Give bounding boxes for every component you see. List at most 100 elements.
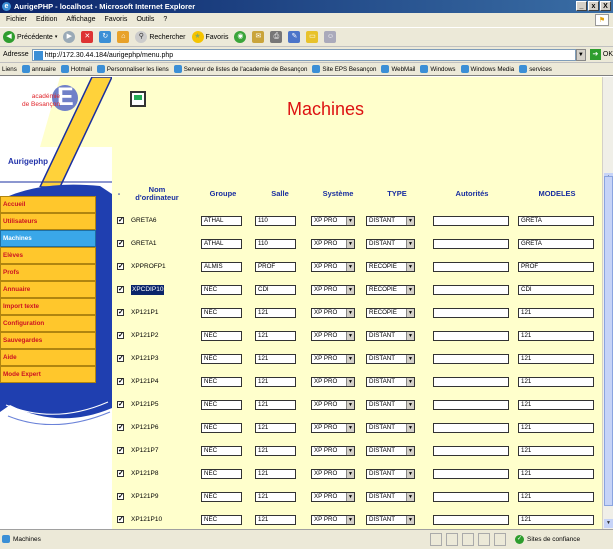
- back-button[interactable]: ◀ Précédente ▾: [3, 31, 57, 43]
- modele-input[interactable]: 121: [518, 400, 594, 410]
- type-select[interactable]: DISTANT ▼: [366, 331, 415, 341]
- link-serveur-listes[interactable]: Serveur de listes de l'academie de Besan…: [173, 65, 307, 73]
- edit-icon[interactable]: ✎: [288, 31, 301, 43]
- scroll-thumb[interactable]: [604, 176, 613, 506]
- search-button[interactable]: ⚲ Rechercher: [135, 31, 186, 43]
- groupe-input[interactable]: NEC: [201, 331, 242, 341]
- systeme-select[interactable]: XP PRO ▼: [311, 400, 355, 410]
- autorites-input[interactable]: [433, 446, 509, 456]
- home-button[interactable]: ⌂: [117, 31, 130, 43]
- menu-fichier[interactable]: Fichier: [6, 13, 27, 27]
- systeme-select[interactable]: XP PRO ▼: [311, 262, 355, 272]
- maximize-button[interactable]: х: [588, 1, 599, 11]
- autorites-input[interactable]: [433, 354, 509, 364]
- type-select[interactable]: RECOPIE ▼: [366, 285, 415, 295]
- salle-input[interactable]: 121: [255, 331, 296, 341]
- salle-input[interactable]: 121: [255, 354, 296, 364]
- row-checkbox[interactable]: ✓: [117, 493, 124, 500]
- groupe-input[interactable]: NEC: [201, 423, 242, 433]
- modele-input[interactable]: 121: [518, 423, 594, 433]
- type-select[interactable]: DISTANT ▼: [366, 446, 415, 456]
- modele-input[interactable]: GRETA: [518, 216, 594, 226]
- type-select[interactable]: DISTANT ▼: [366, 239, 415, 249]
- modele-input[interactable]: 121: [518, 308, 594, 318]
- row-checkbox[interactable]: ✓: [117, 401, 124, 408]
- autorites-input[interactable]: [433, 262, 509, 272]
- modele-input[interactable]: 121: [518, 331, 594, 341]
- row-checkbox[interactable]: ✓: [117, 240, 124, 247]
- sidebar-item-annuaire[interactable]: Annuaire: [0, 281, 96, 298]
- folder-icon[interactable]: ▭: [306, 31, 319, 43]
- type-select[interactable]: RECOPIE ▼: [366, 308, 415, 318]
- row-checkbox[interactable]: ✓: [117, 263, 124, 270]
- systeme-select[interactable]: XP PRO ▼: [311, 239, 355, 249]
- autorites-input[interactable]: [433, 423, 509, 433]
- groupe-input[interactable]: NEC: [201, 285, 242, 295]
- sidebar-item-utilisateurs[interactable]: Utilisateurs: [0, 213, 96, 230]
- row-checkbox[interactable]: ✓: [117, 447, 124, 454]
- favorites-button[interactable]: ★ Favoris: [191, 31, 228, 43]
- refresh-button[interactable]: ↻: [99, 31, 112, 43]
- link-windows[interactable]: Windows: [420, 65, 456, 73]
- menu-affichage[interactable]: Affichage: [66, 13, 95, 27]
- type-select[interactable]: DISTANT ▼: [366, 469, 415, 479]
- modele-input[interactable]: 121: [518, 469, 594, 479]
- print-icon[interactable]: ⎙: [270, 31, 283, 43]
- salle-input[interactable]: 121: [255, 423, 296, 433]
- groupe-input[interactable]: NEC: [201, 469, 242, 479]
- groupe-input[interactable]: NEC: [201, 492, 242, 502]
- row-checkbox[interactable]: ✓: [117, 516, 124, 523]
- type-select[interactable]: DISTANT ▼: [366, 354, 415, 364]
- salle-input[interactable]: 121: [255, 515, 296, 525]
- autorites-input[interactable]: [433, 216, 509, 226]
- type-select[interactable]: DISTANT ▼: [366, 423, 415, 433]
- row-checkbox[interactable]: ✓: [117, 217, 124, 224]
- address-input[interactable]: http://172.30.44.184/aurigephp/menu.php: [31, 48, 576, 61]
- systeme-select[interactable]: XP PRO ▼: [311, 285, 355, 295]
- address-dropdown-icon[interactable]: ▼: [575, 48, 586, 61]
- autorites-input[interactable]: [433, 469, 509, 479]
- minimize-button[interactable]: _: [576, 1, 587, 11]
- systeme-select[interactable]: XP PRO ▼: [311, 377, 355, 387]
- sidebar-item-machines[interactable]: Machines: [0, 230, 96, 247]
- row-checkbox[interactable]: ✓: [117, 309, 124, 316]
- modele-input[interactable]: CDI: [518, 285, 594, 295]
- row-checkbox[interactable]: ✓: [117, 378, 124, 385]
- systeme-select[interactable]: XP PRO ▼: [311, 446, 355, 456]
- systeme-select[interactable]: XP PRO ▼: [311, 515, 355, 525]
- type-select[interactable]: DISTANT ▼: [366, 515, 415, 525]
- salle-input[interactable]: 121: [255, 492, 296, 502]
- modele-input[interactable]: 121: [518, 515, 594, 525]
- sidebar-item-el-ves[interactable]: Elèves: [0, 247, 96, 264]
- link-site-eps[interactable]: Site EPS Besançon: [312, 65, 376, 73]
- mail-icon[interactable]: ✉: [252, 31, 265, 43]
- link-hotmail[interactable]: Hotmail: [60, 65, 92, 73]
- groupe-input[interactable]: NEC: [201, 308, 242, 318]
- link-personnaliser[interactable]: Personnaliser les liens: [96, 65, 169, 73]
- scroll-down-icon[interactable]: ▼: [604, 519, 613, 528]
- modele-input[interactable]: PROF: [518, 262, 594, 272]
- autorites-input[interactable]: [433, 492, 509, 502]
- sidebar-item-import-texte[interactable]: Import texte: [0, 298, 96, 315]
- autorites-input[interactable]: [433, 285, 509, 295]
- modele-input[interactable]: 121: [518, 492, 594, 502]
- autorites-input[interactable]: [433, 239, 509, 249]
- sidebar-item-aide[interactable]: Aide: [0, 349, 96, 366]
- groupe-input[interactable]: NEC: [201, 515, 242, 525]
- salle-input[interactable]: 121: [255, 377, 296, 387]
- systeme-select[interactable]: XP PRO ▼: [311, 216, 355, 226]
- salle-input[interactable]: 110: [255, 239, 296, 249]
- modele-input[interactable]: 121: [518, 354, 594, 364]
- modele-input[interactable]: GRETA: [518, 239, 594, 249]
- autorites-input[interactable]: [433, 377, 509, 387]
- back-dropdown-icon[interactable]: ▾: [55, 34, 58, 40]
- autorites-input[interactable]: [433, 515, 509, 525]
- groupe-input[interactable]: NEC: [201, 377, 242, 387]
- groupe-input[interactable]: ALMIS: [201, 262, 242, 272]
- type-select[interactable]: DISTANT ▼: [366, 400, 415, 410]
- groupe-input[interactable]: NEC: [201, 446, 242, 456]
- row-checkbox[interactable]: ✓: [117, 470, 124, 477]
- groupe-input[interactable]: NEC: [201, 354, 242, 364]
- autorites-input[interactable]: [433, 331, 509, 341]
- messenger-icon[interactable]: ☺: [324, 31, 337, 43]
